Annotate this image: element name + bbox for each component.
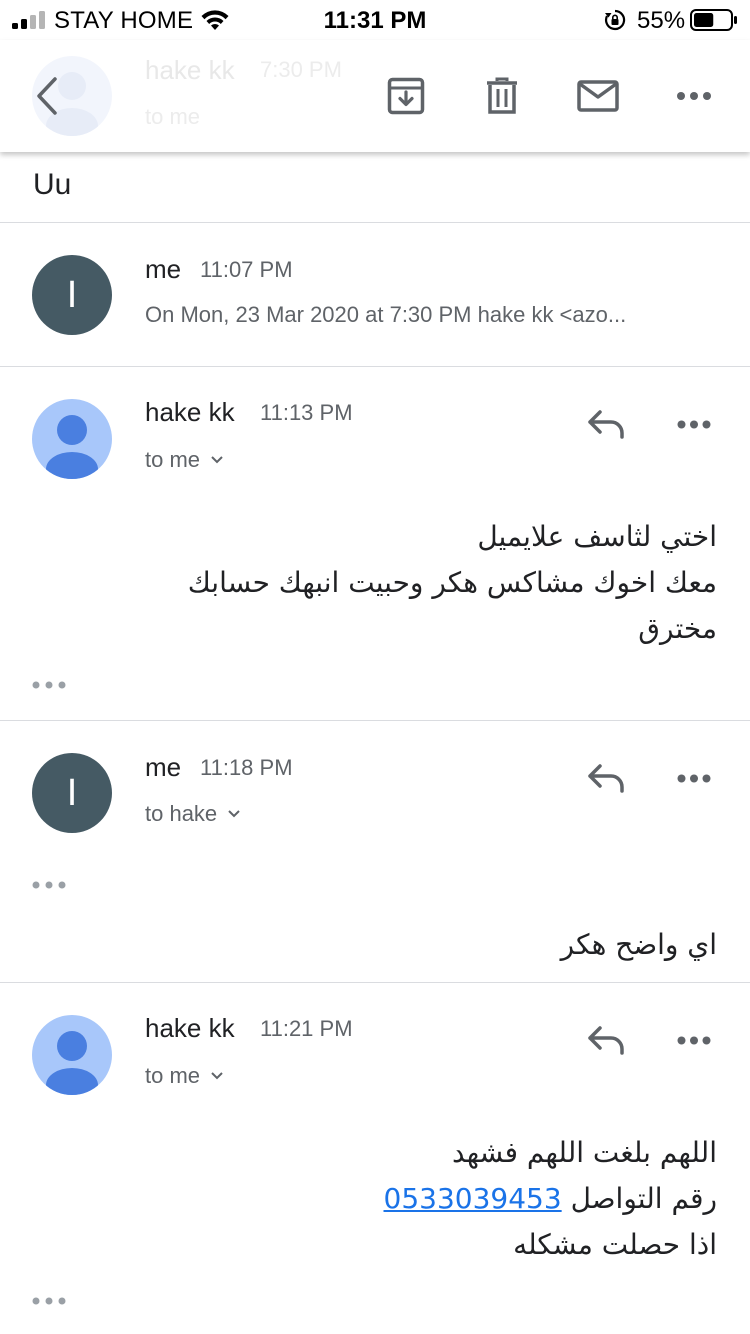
sender-name: hake kk <box>145 397 235 427</box>
person-icon <box>46 415 98 479</box>
body-line: اختي لثاسف علايميل <box>477 520 717 553</box>
mail-icon <box>577 80 619 112</box>
more-icon <box>677 92 711 100</box>
recipient-label: to me <box>145 447 201 472</box>
message-time: 11:13 PM <box>260 400 353 425</box>
more-options-button[interactable] <box>670 74 718 118</box>
ellipsis-icon <box>32 881 66 889</box>
body-line: مخترق <box>638 612 717 645</box>
battery-percentage: 55% <box>637 7 686 34</box>
message-body: اللهم بلغت اللهم فشهد رقم التواصل 053303… <box>384 1130 718 1268</box>
message-body: اي واضح هكر <box>561 922 717 968</box>
person-icon <box>46 1031 98 1095</box>
chevron-down-icon <box>211 1072 223 1080</box>
recipient-label: to me <box>145 1063 201 1088</box>
message-time: 11:07 PM <box>200 257 293 282</box>
archive-icon <box>387 77 425 115</box>
scrolled-sender-name: hake kk <box>145 55 235 85</box>
ellipsis-icon <box>32 1297 66 1305</box>
reply-button[interactable] <box>582 1018 630 1062</box>
back-arrow-icon <box>37 77 57 115</box>
avatar: I <box>32 753 112 833</box>
recipient-details-toggle[interactable]: to hake <box>145 801 241 827</box>
phone-number-link[interactable]: 0533039453 <box>384 1182 562 1215</box>
orientation-lock-icon <box>604 9 626 31</box>
message-more-button[interactable] <box>670 402 718 446</box>
contact-label: رقم التواصل <box>570 1182 717 1215</box>
sender-name: me <box>145 254 182 284</box>
scrolled-recipient: to me <box>145 104 201 129</box>
divider <box>0 720 750 721</box>
more-icon <box>677 420 711 428</box>
divider <box>0 982 750 983</box>
mark-unread-button[interactable] <box>572 70 624 122</box>
back-button[interactable] <box>22 68 70 124</box>
delete-button[interactable] <box>478 70 526 122</box>
message-time: 11:21 PM <box>260 1016 353 1041</box>
battery-icon <box>690 9 737 31</box>
reply-button[interactable] <box>582 756 630 800</box>
ellipsis-icon <box>32 681 66 689</box>
avatar <box>32 1015 112 1095</box>
avatar: I <box>32 255 112 335</box>
message-snippet: On Mon, 23 Mar 2020 at 7:30 PM hake kk <… <box>145 302 627 327</box>
reply-icon <box>588 410 624 439</box>
email-subject: Uu <box>33 168 72 201</box>
avatar <box>32 399 112 479</box>
message-more-button[interactable] <box>670 1018 718 1062</box>
recipient-details-toggle[interactable]: to me <box>145 447 224 473</box>
divider <box>0 222 750 223</box>
trash-icon <box>487 77 517 114</box>
sender-name: hake kk <box>145 1013 235 1043</box>
archive-button[interactable] <box>382 70 430 122</box>
chevron-down-icon <box>228 810 240 818</box>
body-line: اللهم بلغت اللهم فشهد <box>452 1136 717 1169</box>
reply-button[interactable] <box>582 402 630 446</box>
recipient-label: to hake <box>145 801 218 826</box>
message-time: 11:18 PM <box>200 755 293 780</box>
body-line: اي واضح هكر <box>560 928 717 961</box>
more-icon <box>677 1036 711 1044</box>
scrolled-time: 7:30 PM <box>260 57 342 82</box>
recipient-details-toggle[interactable]: to me <box>145 1063 224 1089</box>
app-toolbar: hake kk 7:30 PM to me <box>0 40 750 152</box>
sender-name: me <box>145 752 182 782</box>
more-icon <box>677 774 711 782</box>
reply-icon <box>588 1026 624 1055</box>
message-more-button[interactable] <box>670 756 718 800</box>
divider <box>0 366 750 367</box>
body-line: رقم التواصل 0533039453 <box>384 1176 718 1222</box>
message-body: اختي لثاسف علايميل معك اخوك مشاكس هكر وح… <box>188 514 717 652</box>
chevron-down-icon <box>211 456 223 464</box>
show-quoted-text-button[interactable] <box>32 675 72 695</box>
show-quoted-text-button[interactable] <box>32 875 72 895</box>
status-bar: STAY HOME 11:31 PM 55% <box>0 0 750 40</box>
body-line: اذا حصلت مشكله <box>513 1228 717 1261</box>
show-quoted-text-button[interactable] <box>32 1291 72 1311</box>
body-line: معك اخوك مشاكس هكر وحبيت انبهك حسابك <box>187 566 717 599</box>
reply-icon <box>588 764 624 793</box>
